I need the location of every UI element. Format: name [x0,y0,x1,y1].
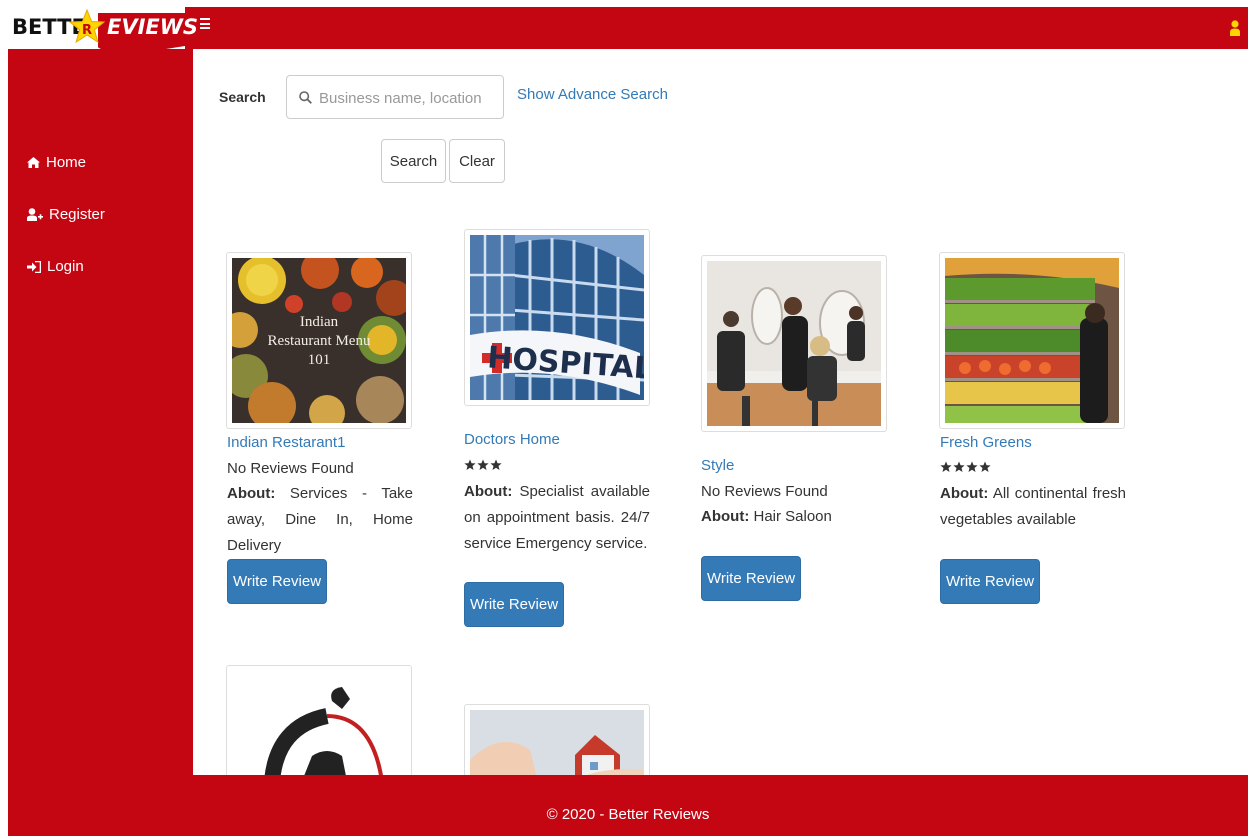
search-box[interactable] [286,75,504,119]
sidebar-item-register[interactable]: Register [27,206,105,223]
write-review-button[interactable]: Write Review [940,559,1040,604]
star-icon [940,461,952,472]
star-icon [953,461,965,472]
about-label: About: [464,483,513,500]
mechanic-logo-image [264,687,384,779]
business-about: About: Services - Take away, Dine In, Ho… [227,481,413,559]
sign-in-icon [27,260,41,273]
rating-stars [940,461,991,473]
image-caption: 101 [308,352,331,368]
sidebar-item-label: Register [49,206,105,223]
sidebar: Home Register Login [8,49,193,836]
search-icon [299,91,312,104]
review-status: No Reviews Found [701,483,828,500]
write-review-button[interactable]: Write Review [227,559,327,604]
business-name-link[interactable]: Doctors Home [464,431,560,448]
sidebar-item-label: Login [47,258,84,275]
write-review-button[interactable]: Write Review [464,582,564,627]
business-image[interactable] [226,665,412,785]
image-caption: Restaurant Menu [268,333,371,349]
star-icon [464,459,476,470]
about-label: About: [940,485,989,502]
business-image[interactable] [939,252,1125,429]
business-about: About: Specialist available on appointme… [464,479,650,557]
business-name-link[interactable]: Style [701,457,734,474]
sidebar-item-label: Home [46,154,87,171]
salon-image [707,261,881,426]
rating-stars [464,459,502,471]
user-plus-icon [27,208,43,221]
star-icon [979,461,991,472]
star-icon [477,459,489,470]
footer: © 2020 - Better Reviews [8,775,1248,836]
show-advance-search-link[interactable]: Show Advance Search [517,86,668,103]
footer-copyright: © 2020 - Better Reviews [546,806,710,823]
about-label: About: [701,508,750,525]
home-icon [27,157,40,168]
business-image[interactable]: HOSPITAL [464,229,650,406]
logo-mark: R [82,23,92,38]
star-logo-icon: R [69,9,105,44]
about-text: Hair Saloon [753,508,832,525]
star-icon [966,461,978,472]
search-input[interactable] [319,86,499,110]
write-review-button[interactable]: Write Review [701,556,801,601]
user-icon[interactable] [1230,19,1240,36]
search-button[interactable]: Search [381,139,446,183]
business-image[interactable]: Indian Restaurant Menu 101 [226,252,412,429]
business-image[interactable] [701,255,887,432]
image-caption: Indian [300,314,339,330]
star-icon [490,459,502,470]
business-about: About: Hair Saloon [701,504,887,530]
hamburger-icon[interactable] [200,18,212,34]
grocery-image [945,258,1119,423]
about-label: About: [227,485,276,502]
sidebar-item-login[interactable]: Login [27,258,84,275]
search-label: Search [219,89,266,105]
clear-button[interactable]: Clear [449,139,505,183]
business-name-link[interactable]: Fresh Greens [940,434,1032,451]
food-image: Indian Restaurant Menu 101 [232,258,406,423]
business-name-link[interactable]: Indian Restarant1 [227,434,345,451]
review-status: No Reviews Found [227,460,354,477]
hospital-image: HOSPITAL [470,235,644,400]
sidebar-item-home[interactable]: Home [27,154,86,171]
business-about: About: All continental fresh vegetables … [940,481,1126,533]
logo-text-part2: EVIEWS [107,15,199,39]
